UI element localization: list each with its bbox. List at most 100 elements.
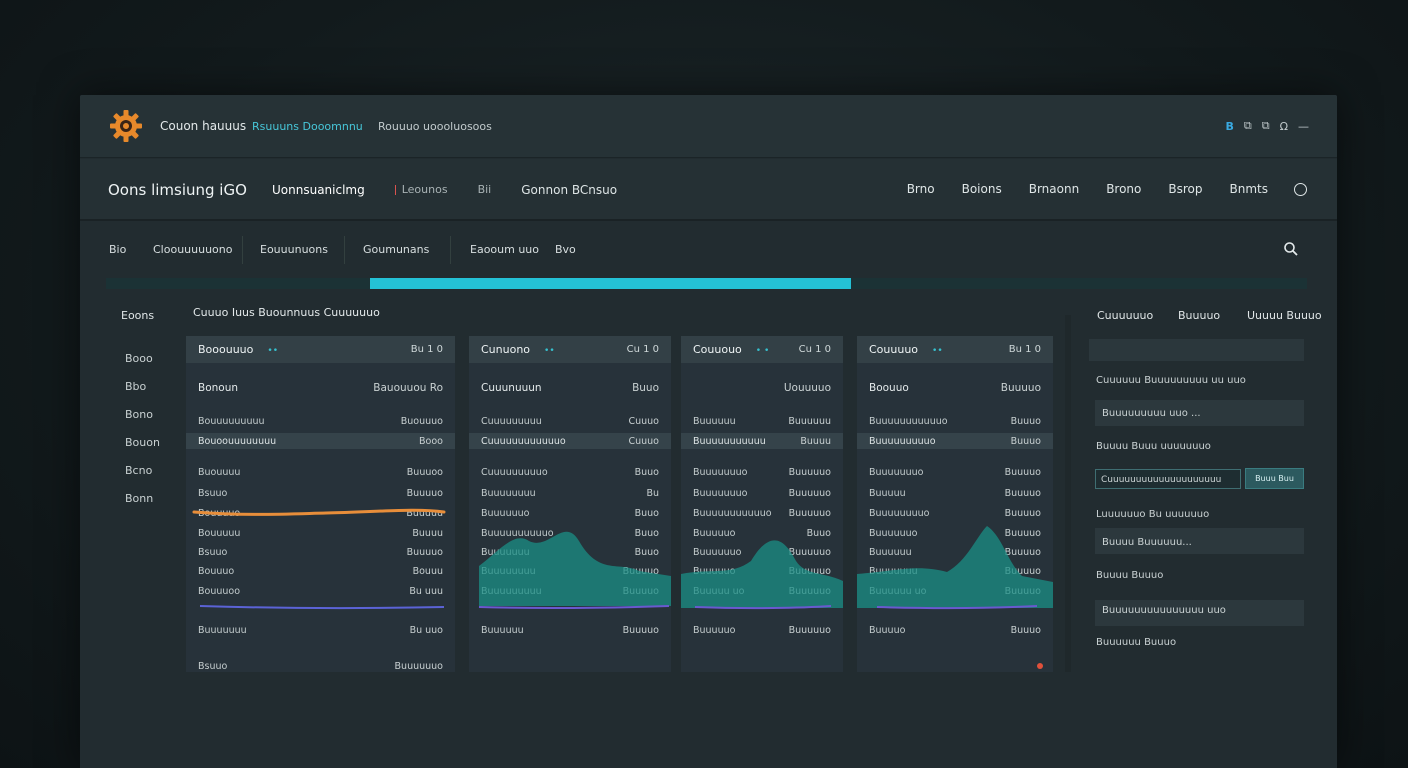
right-list-item[interactable]: Buuuu Buuu uuuuuuuo bbox=[1096, 441, 1211, 452]
table-row[interactable]: Buuuuuuo Buuuuuo bbox=[681, 544, 843, 560]
row-value: Bu uuo bbox=[409, 624, 443, 636]
sidebar-item[interactable]: Bbo bbox=[125, 380, 160, 408]
table-row[interactable]: Boouuo Buuuuo bbox=[857, 380, 1053, 396]
table-row[interactable]: Buuuuuuuuu Buuuuo bbox=[469, 583, 671, 599]
table-row[interactable]: Buuuuuuu Buuuuo bbox=[857, 563, 1053, 579]
row-label: Cuuuuuuuuuuuuo bbox=[481, 435, 566, 447]
tab-divider bbox=[450, 236, 451, 264]
table-row[interactable]: Buuuuuuo Buuo bbox=[469, 505, 671, 521]
table-row[interactable]: Buuuuuuuo Buuuuuo bbox=[681, 464, 843, 480]
table-row[interactable]: Buuuuu uo Buuuuuo bbox=[681, 583, 843, 599]
nav-item[interactable]: Bsrop bbox=[1168, 182, 1202, 196]
right-list-item[interactable]: Buuuu Buuuo bbox=[1096, 570, 1163, 581]
nav-item[interactable]: Bii bbox=[478, 183, 492, 197]
nav-item[interactable]: Brono bbox=[1106, 182, 1141, 196]
table-row[interactable]: Bouoouuuuuuuu Booo bbox=[186, 433, 455, 449]
sidebar-item[interactable]: Bonn bbox=[125, 492, 160, 520]
table-row[interactable]: Bonoun Bauouuou Ro bbox=[186, 380, 455, 396]
nav-item[interactable]: Bnmts bbox=[1230, 182, 1268, 196]
table-row[interactable]: Bouuuo Bouuu bbox=[186, 563, 455, 579]
table-row[interactable]: Buuuuuuuu Buuuuo bbox=[469, 563, 671, 579]
table-row[interactable]: Buuuuuo Buuuuuo bbox=[681, 622, 843, 638]
table-row[interactable]: Cuuuuuuuuuuuuo Cuuuo bbox=[469, 433, 671, 449]
table-row[interactable]: Buuuuuuuuuo Buuuo bbox=[857, 433, 1053, 449]
table-row[interactable]: Bouuuuuuuuu Buouuuo bbox=[186, 413, 455, 429]
row-value: Buouuuo bbox=[400, 415, 443, 427]
table-row[interactable]: Buuuuuuuuuuuo Buuuuuo bbox=[681, 505, 843, 521]
row-value: Buuuu bbox=[412, 527, 443, 539]
sidebar-item[interactable]: Bono bbox=[125, 408, 160, 436]
window-icon[interactable]: ⧉ bbox=[1244, 119, 1252, 133]
window-icon[interactable]: ⧉ bbox=[1262, 119, 1270, 133]
title-link[interactable]: Rsuuuns Dooomnnu bbox=[252, 120, 363, 133]
nav-item[interactable]: Brnaonn bbox=[1029, 182, 1079, 196]
table-row[interactable]: Buuuuuuo Buuuuo bbox=[857, 525, 1053, 541]
table-row[interactable]: Buuuuuuuuuuuo Buuuo bbox=[857, 413, 1053, 429]
table-row[interactable]: Bsuuo Buuuuuuo bbox=[186, 658, 455, 672]
table-row[interactable]: Uouuuuo bbox=[681, 380, 843, 396]
app-title: Couon hauuus bbox=[160, 119, 247, 133]
table-row[interactable]: Bsuuo Buuuuo bbox=[186, 485, 455, 501]
right-list-item[interactable]: Buuuu Buuuuuu... bbox=[1102, 537, 1192, 548]
bluetooth-icon[interactable]: B bbox=[1225, 120, 1233, 133]
nav-item[interactable]: Uonnsuaniclmg bbox=[272, 183, 365, 197]
row-label: Buuuuuuuuuuu bbox=[693, 435, 766, 447]
nav-item[interactable]: Brno bbox=[907, 182, 935, 196]
table-row[interactable]: Cuuuuuuuuuo Buuo bbox=[469, 464, 671, 480]
table-row[interactable]: Bouuuuu Buuuu bbox=[186, 525, 455, 541]
table-row[interactable]: Buouuuu Buuuoo bbox=[186, 464, 455, 480]
right-list-item[interactable]: Buuuuuu Buuuo bbox=[1096, 637, 1176, 648]
table-row[interactable]: Bsuuo Buuuuo bbox=[186, 544, 455, 560]
table-row[interactable]: Buuuuo Buuuo bbox=[857, 622, 1053, 638]
table-row[interactable]: Cuuunuuun Buuo bbox=[469, 380, 671, 396]
nav-item-label: Leounos bbox=[401, 183, 448, 196]
tab[interactable]: Bio bbox=[109, 243, 126, 256]
right-list-item[interactable]: Luuuuuuo Bu uuuuuuo bbox=[1096, 509, 1209, 520]
table-row[interactable]: Buuuuuo Buuuuuo bbox=[681, 563, 843, 579]
table-row[interactable]: Buuuuu Buuuuo bbox=[857, 485, 1053, 501]
nav-item[interactable]: Leounos bbox=[394, 183, 448, 197]
table-row[interactable]: Buuuuuu Buuuuo bbox=[469, 622, 671, 638]
settings-icon[interactable]: Ω bbox=[1280, 120, 1288, 133]
table-row[interactable]: Cuuuuuuuuu Cuuuo bbox=[469, 413, 671, 429]
table-row[interactable]: Buuuuuu Buuuuuu bbox=[681, 413, 843, 429]
table-row[interactable]: Bouuuuo Buuuuu bbox=[186, 505, 455, 521]
tab[interactable]: Eouuunuons bbox=[260, 243, 328, 256]
nav-item[interactable]: Gonnon BCnsuo bbox=[521, 183, 617, 197]
tab[interactable]: Bvo bbox=[555, 243, 576, 256]
scroll-divider[interactable] bbox=[1065, 315, 1071, 672]
search-icon[interactable] bbox=[1283, 241, 1299, 257]
sidebar-item[interactable]: Booo bbox=[125, 352, 160, 380]
table-row[interactable]: Buuuuuuuo Buuuuuo bbox=[681, 485, 843, 501]
table-row[interactable]: Buuuuuuu Buuo bbox=[469, 544, 671, 560]
table-row[interactable]: Bouuuoo Bu uuu bbox=[186, 583, 455, 599]
right-list-item[interactable]: Buuuuuuuuu uuo ... bbox=[1102, 408, 1201, 419]
tab[interactable]: Eaooum uuo bbox=[470, 243, 539, 256]
user-circle-icon[interactable] bbox=[1294, 182, 1307, 196]
table-row[interactable]: Buuuuuuuuuuu Buuuu bbox=[681, 433, 843, 449]
row-value: Buuuuo bbox=[406, 487, 443, 499]
tab[interactable]: Goumunans bbox=[363, 243, 429, 256]
table-row[interactable]: Buuuuuo Buuo bbox=[681, 525, 843, 541]
right-action-button[interactable]: Buuu Buu bbox=[1245, 468, 1304, 489]
table-row[interactable]: Buuuuuuuo Buuuuo bbox=[857, 464, 1053, 480]
right-list-item[interactable]: Cuuuuuu Buuuuuuuuu uu uuo bbox=[1096, 375, 1246, 386]
table-row[interactable]: Buuuuuuuuo Buuuuo bbox=[857, 505, 1053, 521]
nav-item[interactable]: Boions bbox=[962, 182, 1002, 196]
sidebar-item[interactable]: Bouon bbox=[125, 436, 160, 464]
table-row[interactable]: Buuuuuuuuuuo Buuo bbox=[469, 525, 671, 541]
table-row[interactable]: Buuuuuuuu Bu bbox=[469, 485, 671, 501]
table-row[interactable]: Buuuuuu Buuuuo bbox=[857, 544, 1053, 560]
row-label: Buouuuu bbox=[198, 466, 241, 478]
tab[interactable]: Cloouuuuuono bbox=[153, 243, 233, 256]
panel-title: Couuouo bbox=[693, 343, 742, 356]
row-label: Boouuo bbox=[869, 382, 909, 394]
sidebar-item[interactable]: Bcno bbox=[125, 464, 160, 492]
right-list-item[interactable]: Buuuuuuuuuuuuuuu uuo bbox=[1102, 605, 1226, 616]
panel-head-value: Bu 1 0 bbox=[410, 344, 443, 355]
minimize-icon[interactable]: — bbox=[1298, 120, 1309, 133]
data-panel: Couuuuo •• Bu 1 0 Boouuo Buuuuo Buuuuuuuuuuuo… bbox=[857, 336, 1053, 672]
row-label: Buuuuuuuuuuo bbox=[481, 527, 554, 539]
table-row[interactable]: Buuuuuu uo Buuuuo bbox=[857, 583, 1053, 599]
table-row[interactable]: Buuuuuuu Bu uuo bbox=[186, 622, 455, 638]
